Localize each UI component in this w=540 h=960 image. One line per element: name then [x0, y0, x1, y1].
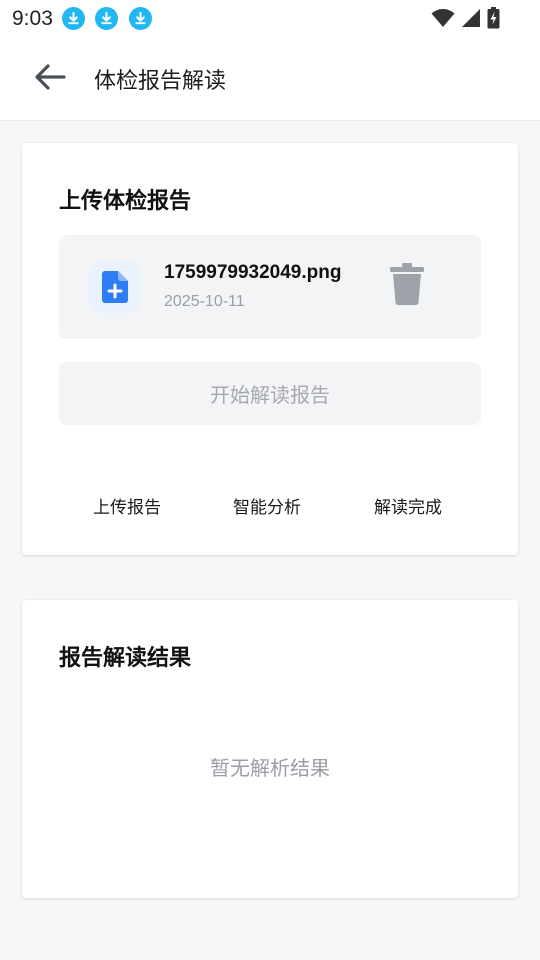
file-date: 2025-10-11 — [164, 293, 245, 310]
battery-charging-icon — [487, 7, 500, 29]
result-card-title: 报告解读结果 — [59, 646, 192, 671]
download-icon — [95, 7, 118, 30]
file-name: 1759979932049.png — [164, 262, 342, 283]
start-interpret-button[interactable]: 开始解读报告 — [59, 362, 481, 425]
trash-icon — [389, 263, 425, 309]
file-add-icon — [89, 261, 141, 313]
signal-icon — [461, 8, 481, 28]
download-icon — [62, 7, 85, 30]
empty-result-text: 暂无解析结果 — [210, 756, 330, 780]
uploaded-file-item: 1759979932049.png 2025-10-11 — [59, 235, 481, 339]
wifi-icon — [431, 8, 455, 28]
back-button[interactable] — [28, 60, 72, 98]
delete-file-button[interactable] — [385, 263, 429, 309]
status-bar: 9:03 — [0, 0, 540, 36]
status-time: 9:03 — [12, 7, 53, 30]
download-icon — [129, 7, 152, 30]
upload-report-card: 上传体检报告 1759979932049.png 2025-10-11 开始解读… — [22, 143, 518, 555]
step-upload: 上传报告 — [93, 498, 161, 518]
step-analysis: 智能分析 — [233, 498, 301, 518]
arrow-left-icon — [34, 63, 66, 95]
upload-card-title: 上传体检报告 — [59, 189, 192, 214]
step-complete: 解读完成 — [374, 498, 442, 518]
app-header: 体检报告解读 — [0, 36, 540, 121]
report-result-card: 报告解读结果 暂无解析结果 — [22, 600, 518, 898]
page-title: 体检报告解读 — [94, 69, 227, 94]
progress-steps: 上传报告 智能分析 解读完成 — [22, 493, 518, 523]
